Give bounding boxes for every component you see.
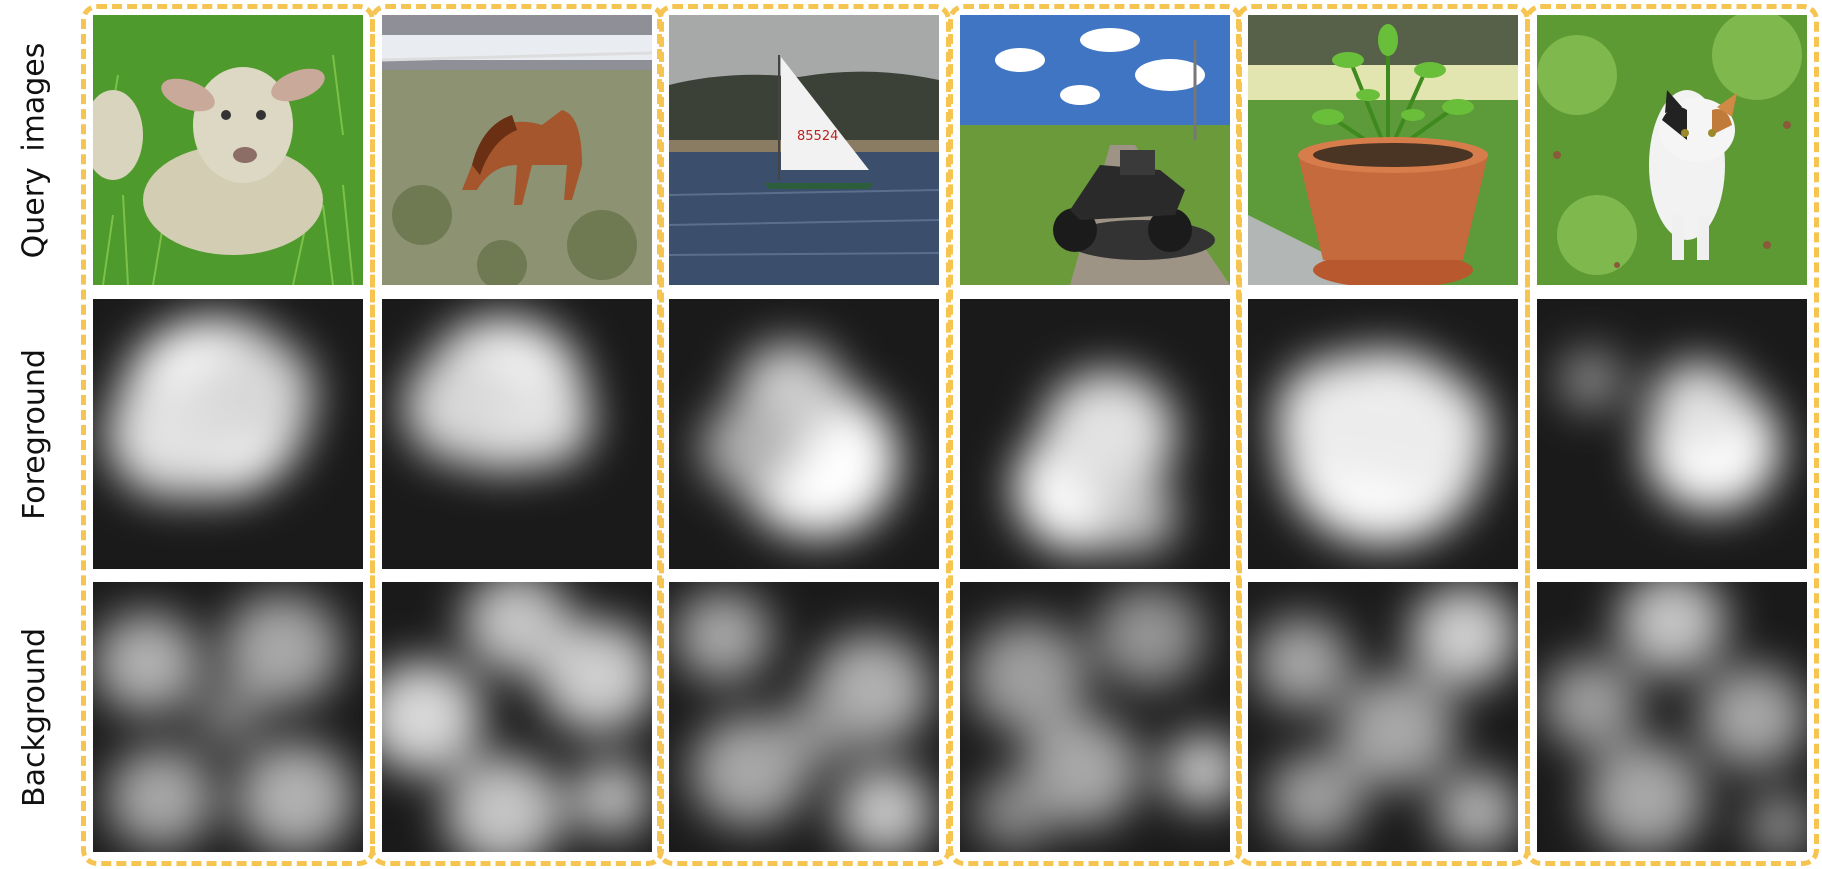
query-image-horse-grazing [382,15,652,285]
background-map-sailboat-on-water [669,582,939,852]
foreground-map-sailboat-on-water [669,299,939,569]
query-image-lamb-lying-in-grass [93,15,363,285]
sail-number: 85524 [797,129,838,144]
background-map-cat-walking-on-grass [1537,582,1807,852]
query-image-sailboat-on-water: 85524 [669,15,939,285]
query-image-potted-plant [1248,15,1518,285]
figure-grid: 85524 [0,0,1822,869]
foreground-map-lamb-lying-in-grass [93,299,363,569]
background-map-horse-grazing [382,582,652,852]
background-map-potted-plant [1248,582,1518,852]
query-image-cat-walking-on-grass [1537,15,1807,285]
foreground-map-motorcycle-on-road [960,299,1230,569]
background-map-motorcycle-on-road [960,582,1230,852]
foreground-map-cat-walking-on-grass [1537,299,1807,569]
foreground-map-potted-plant [1248,299,1518,569]
query-image-motorcycle-on-road [960,15,1230,285]
foreground-map-horse-grazing [382,299,652,569]
background-map-lamb-lying-in-grass [93,582,363,852]
